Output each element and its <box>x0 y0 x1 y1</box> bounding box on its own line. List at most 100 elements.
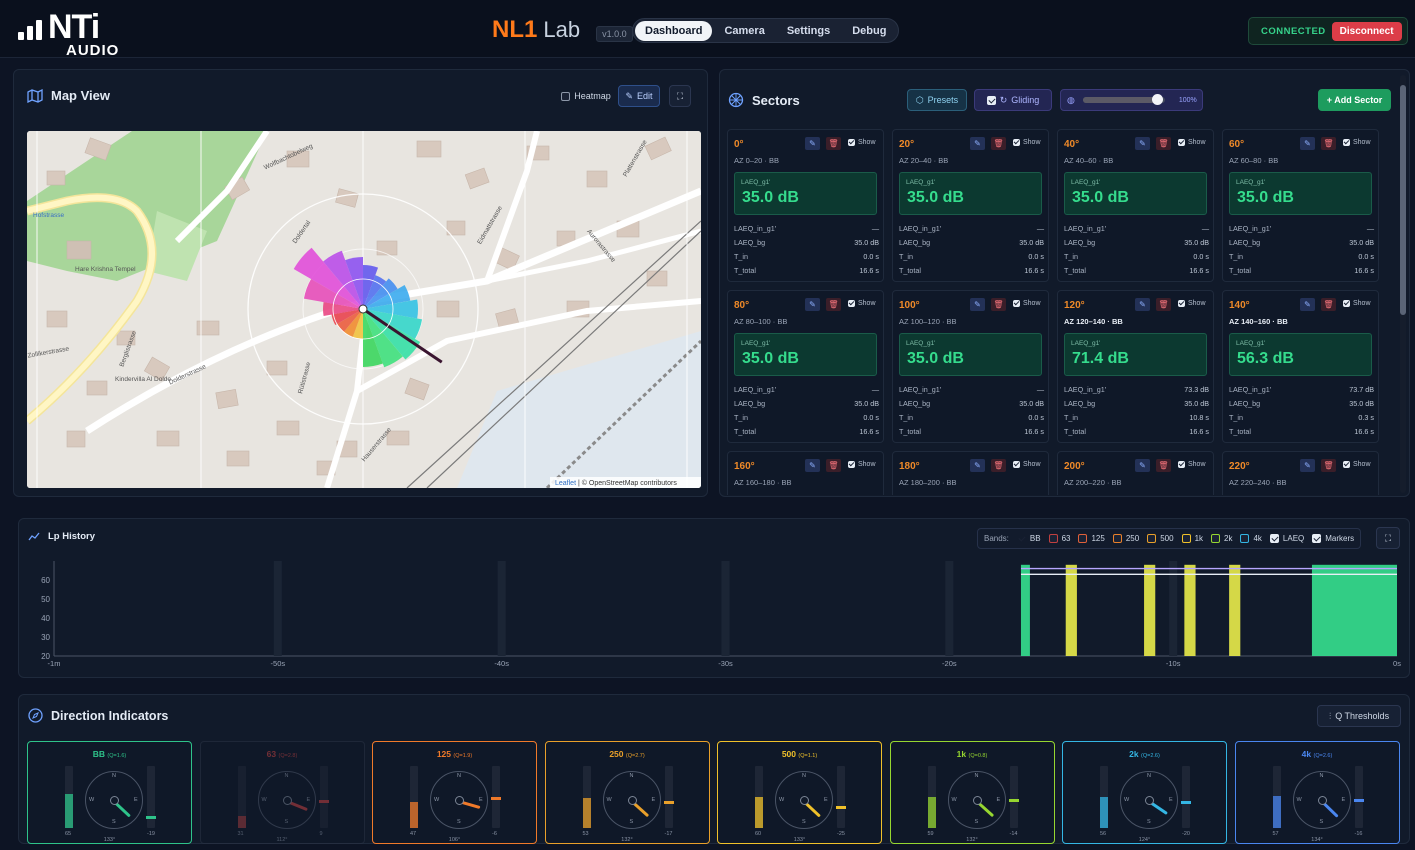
edit-sector-icon[interactable]: ✎ <box>805 459 820 472</box>
map-edit-button[interactable]: ✎ Edit <box>618 85 660 107</box>
leaflet-link[interactable]: Leaflet <box>555 480 576 487</box>
show-toggle[interactable]: Show <box>848 300 876 307</box>
show-checkbox[interactable] <box>1178 139 1185 146</box>
show-checkbox[interactable] <box>1013 139 1020 146</box>
direction-degrees: 133° <box>793 837 806 843</box>
show-toggle[interactable]: Show <box>1178 139 1206 146</box>
show-toggle[interactable]: Show <box>1013 300 1041 307</box>
opacity-slider[interactable] <box>1082 94 1165 105</box>
sector-metric-row: LAEQ_in_g1' 73.7 dB <box>1229 385 1374 394</box>
edit-sector-icon[interactable]: ✎ <box>1135 298 1150 311</box>
gliding-checkbox[interactable] <box>986 95 996 105</box>
q-thresholds-button[interactable]: ⫶ Q Thresholds <box>1317 705 1401 727</box>
edit-sector-icon[interactable]: ✎ <box>970 459 985 472</box>
add-sector-button[interactable]: + Add Sector <box>1318 89 1391 111</box>
tab-debug[interactable]: Debug <box>842 21 896 41</box>
left-level-bar <box>410 766 418 828</box>
x-tick-label: -10s <box>1166 659 1181 668</box>
sector-metric-row: LAEQ_in_g1' — <box>734 385 879 394</box>
show-checkbox[interactable] <box>848 300 855 307</box>
show-toggle[interactable]: Show <box>848 461 876 468</box>
presets-button[interactable]: ⬡ Presets <box>907 89 967 111</box>
dial-hub <box>1145 796 1154 805</box>
connection-status-label: CONNECTED <box>1261 25 1326 37</box>
delete-sector-icon[interactable]: 🗑 <box>991 137 1006 150</box>
show-toggle[interactable]: Show <box>1013 139 1041 146</box>
delete-sector-icon[interactable]: 🗑 <box>1321 459 1336 472</box>
delete-sector-icon[interactable]: 🗑 <box>826 459 841 472</box>
left-level-bar <box>65 766 73 828</box>
edit-sector-icon[interactable]: ✎ <box>1135 459 1150 472</box>
disconnect-button[interactable]: Disconnect <box>1331 21 1402 41</box>
show-toggle[interactable]: Show <box>1178 300 1206 307</box>
direction-degrees: 106° <box>448 837 461 843</box>
delete-sector-icon[interactable]: 🗑 <box>1156 459 1171 472</box>
right-level-bar <box>146 766 156 828</box>
laeq-value: 35.0 dB <box>742 189 799 206</box>
sectors-scrollbar[interactable] <box>1400 75 1406 493</box>
sector-metric-row: T_total 16.6 s <box>734 266 879 275</box>
show-toggle[interactable]: Show <box>1343 139 1371 146</box>
show-toggle[interactable]: Show <box>1178 461 1206 468</box>
delete-sector-icon[interactable]: 🗑 <box>1156 137 1171 150</box>
band-name: BB <box>92 749 106 759</box>
heatmap-toggle[interactable]: Heatmap <box>557 85 615 107</box>
show-checkbox[interactable] <box>1343 300 1350 307</box>
edit-sector-icon[interactable]: ✎ <box>805 298 820 311</box>
fullscreen-icon: ⛶ <box>676 90 684 101</box>
tab-settings[interactable]: Settings <box>777 21 840 41</box>
show-toggle[interactable]: Show <box>848 139 876 146</box>
lp-history-chart: 6050403020-1m -50s -40s -30s -20s -10s 0s <box>41 561 1401 668</box>
sector-card: 40° AZ 40–60 · BB ✎ 🗑 Show LAEQ_g1' 35.0 d… <box>1057 129 1214 282</box>
show-checkbox[interactable] <box>1013 461 1020 468</box>
edit-sector-icon[interactable]: ✎ <box>970 298 985 311</box>
edit-sector-icon[interactable]: ✎ <box>1300 459 1315 472</box>
sector-card: 140° AZ 140–160 · BB ✎ 🗑 Show LAEQ_g1' 56.… <box>1222 290 1379 443</box>
edit-sector-icon[interactable]: ✎ <box>1300 298 1315 311</box>
laeq-value: 35.0 dB <box>907 189 964 206</box>
delete-sector-icon[interactable]: 🗑 <box>826 298 841 311</box>
show-checkbox[interactable] <box>848 139 855 146</box>
sector-angle: 160° <box>734 461 755 472</box>
map-fullscreen-button[interactable]: ⛶ <box>669 85 691 107</box>
sector-angle: 80° <box>734 300 750 311</box>
band-name: 500 <box>781 749 796 759</box>
edit-sector-icon[interactable]: ✎ <box>1300 137 1315 150</box>
delete-sector-icon[interactable]: 🗑 <box>826 137 841 150</box>
show-toggle[interactable]: Show <box>1343 461 1371 468</box>
show-checkbox[interactable] <box>1343 461 1350 468</box>
tab-camera[interactable]: Camera <box>714 21 774 41</box>
sector-angle: 140° <box>1229 300 1250 311</box>
show-checkbox[interactable] <box>848 461 855 468</box>
delete-sector-icon[interactable]: 🗑 <box>1321 137 1336 150</box>
delete-sector-icon[interactable]: 🗑 <box>991 298 1006 311</box>
dial-hub <box>1317 796 1327 805</box>
sector-card: 200° AZ 200–220 · BB ✎ 🗑 Show <box>1057 451 1214 495</box>
show-toggle[interactable]: Show <box>1013 461 1041 468</box>
edit-sector-icon[interactable]: ✎ <box>805 137 820 150</box>
delete-sector-icon[interactable]: 🗑 <box>1321 298 1336 311</box>
delete-sector-icon[interactable]: 🗑 <box>1156 298 1171 311</box>
heatmap-checkbox[interactable] <box>561 91 571 101</box>
sector-metric-row: LAEQ_in_g1' — <box>899 224 1044 233</box>
show-checkbox[interactable] <box>1178 461 1185 468</box>
show-checkbox[interactable] <box>1343 139 1350 146</box>
map-canvas[interactable]: Hare Krishna Tempel Kindervilla Al Dolde… <box>27 131 701 488</box>
laeq-value-box: LAEQ_g1' 35.0 dB <box>1064 172 1207 215</box>
sectors-title: Sectors <box>752 92 800 108</box>
show-toggle[interactable]: Show <box>1343 300 1371 307</box>
show-checkbox[interactable] <box>1013 300 1020 307</box>
show-checkbox[interactable] <box>1178 300 1185 307</box>
sector-metric-row: LAEQ_bg 35.0 dB <box>1229 238 1374 247</box>
sensor-position-marker[interactable] <box>358 304 368 314</box>
nti-audio-logo: NTi AUDIO <box>18 6 128 59</box>
gliding-toggle[interactable]: ↻ Gliding <box>974 89 1052 111</box>
sector-metric-row: T_total 16.6 s <box>899 427 1044 436</box>
map-label-temple: Hare Krishna Tempel <box>75 266 136 273</box>
map-tiles: Hare Krishna Tempel Kindervilla Al Dolde… <box>27 131 701 488</box>
edit-sector-icon[interactable]: ✎ <box>1135 137 1150 150</box>
delete-sector-icon[interactable]: 🗑 <box>991 459 1006 472</box>
opacity-slider-handle[interactable] <box>1151 94 1163 105</box>
edit-sector-icon[interactable]: ✎ <box>970 137 985 150</box>
tab-dashboard[interactable]: Dashboard <box>635 20 713 41</box>
